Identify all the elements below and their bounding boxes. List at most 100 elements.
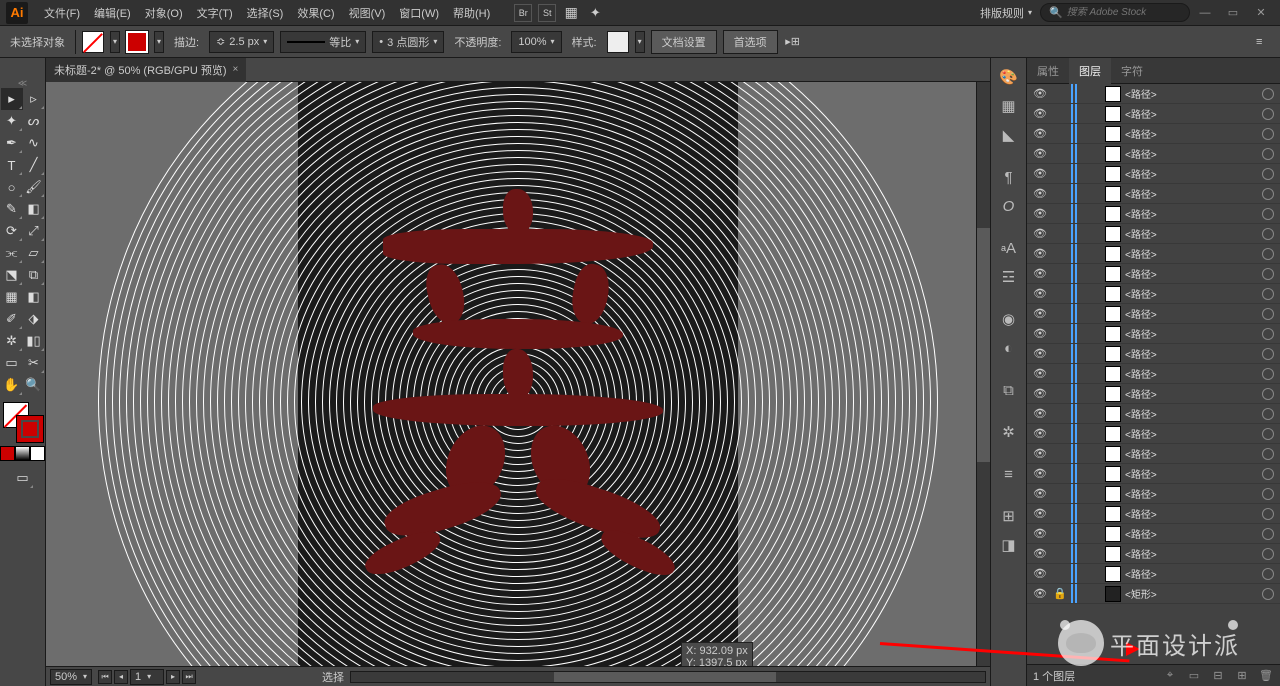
brushes-panel-icon[interactable]: ◣ [996, 122, 1022, 148]
close-tab-icon[interactable]: × [233, 64, 239, 75]
curvature-tool[interactable]: ∿ [23, 132, 45, 154]
brush-def[interactable]: •3 点圆形▾ [372, 31, 444, 53]
fill-stroke-indicator[interactable] [3, 402, 43, 442]
artboard-pager[interactable]: ⏮ ◂ 1▾ ▸ ⏭ [98, 669, 196, 685]
layer-row[interactable]: 👁<路径> [1027, 484, 1280, 504]
visibility-toggle[interactable]: 👁 [1027, 407, 1053, 420]
last-page-icon[interactable]: ⏭ [182, 670, 196, 684]
target-icon[interactable] [1262, 268, 1274, 280]
layer-row[interactable]: 👁<路径> [1027, 444, 1280, 464]
opacity-input[interactable]: 100%▾ [511, 31, 561, 53]
visibility-toggle[interactable]: 👁 [1027, 307, 1053, 320]
eyedropper-tool[interactable]: ✐ [1, 308, 23, 330]
color-mode-color[interactable] [0, 446, 15, 461]
menu-help[interactable]: 帮助(H) [447, 2, 496, 24]
menu-window[interactable]: 窗口(W) [393, 2, 445, 24]
layer-row[interactable]: 👁<路径> [1027, 364, 1280, 384]
slice-tool[interactable]: ✂ [23, 352, 45, 374]
layer-name[interactable]: <路径> [1125, 466, 1258, 481]
layer-row[interactable]: 👁<路径> [1027, 544, 1280, 564]
target-icon[interactable] [1262, 548, 1274, 560]
layer-row[interactable]: 👁<路径> [1027, 504, 1280, 524]
target-icon[interactable] [1262, 208, 1274, 220]
lock-toggle[interactable]: 🔒 [1053, 587, 1071, 600]
layer-row[interactable]: 👁<路径> [1027, 184, 1280, 204]
layer-name[interactable]: <路径> [1125, 366, 1258, 381]
layer-list[interactable]: 👁 <路径> 👁 <路径> 👁 <路径> 👁 <路径> 👁 <路径> 👁 <路径> 👁 <路径> 👁 <路径>… [1027, 84, 1280, 664]
menu-edit[interactable]: 编辑(E) [88, 2, 137, 24]
type-tool[interactable]: T [1, 154, 23, 176]
target-icon[interactable] [1262, 568, 1274, 580]
visibility-toggle[interactable]: 👁 [1027, 207, 1053, 220]
color-mode-none[interactable] [30, 446, 45, 461]
layer-row[interactable]: 👁 <路径> [1027, 524, 1280, 544]
visibility-toggle[interactable]: 👁 [1027, 267, 1053, 280]
layer-name[interactable]: <路径> [1125, 426, 1258, 441]
layer-row[interactable]: 👁<路径> [1027, 204, 1280, 224]
mesh-tool[interactable]: ▦ [1, 286, 23, 308]
direct-select-tool[interactable]: ▹ [23, 88, 45, 110]
zoom-dropdown[interactable]: 50%▾ [50, 669, 92, 685]
align-panel-icon[interactable]: ☲ [996, 264, 1022, 290]
eraser-tool[interactable]: ◧ [23, 198, 45, 220]
bridge-icon[interactable]: Br [514, 4, 532, 22]
more-icon[interactable]: ▸⊞ [784, 35, 802, 48]
menu-object[interactable]: 对象(O) [139, 2, 189, 24]
layer-row[interactable]: 👁<路径> [1027, 224, 1280, 244]
panel-menu-icon[interactable]: ≡ [1256, 36, 1274, 48]
stroke-swatch[interactable] [126, 31, 148, 53]
target-icon[interactable] [1262, 588, 1274, 600]
layer-name[interactable]: <路径> [1125, 526, 1258, 541]
layer-name[interactable]: <路径> [1125, 546, 1258, 561]
graphic-styles-icon[interactable]: ◐ [996, 335, 1022, 361]
layer-row[interactable]: 👁<路径> [1027, 124, 1280, 144]
target-icon[interactable] [1262, 388, 1274, 400]
delete-layer-icon[interactable]: 🗑 [1258, 668, 1274, 684]
window-close-icon[interactable]: ✕ [1251, 6, 1271, 20]
transform-panel-icon[interactable]: ⊞ [996, 503, 1022, 529]
tab-character[interactable]: 字符 [1111, 58, 1153, 84]
visibility-toggle[interactable]: 👁 [1027, 187, 1053, 200]
doc-setup-button[interactable]: 文档设置 [651, 30, 717, 54]
visibility-toggle[interactable]: 👁 [1027, 287, 1053, 300]
target-icon[interactable] [1262, 328, 1274, 340]
visibility-toggle[interactable]: 👁 [1027, 347, 1053, 360]
layer-name[interactable]: <路径> [1125, 226, 1258, 241]
target-icon[interactable] [1262, 348, 1274, 360]
visibility-toggle[interactable]: 👁 [1027, 567, 1053, 580]
target-icon[interactable] [1262, 288, 1274, 300]
new-sublayer-icon[interactable]: ⊟ [1210, 668, 1226, 684]
next-page-icon[interactable]: ▸ [166, 670, 180, 684]
scale-tool[interactable]: ⤢ [23, 220, 45, 242]
menu-type[interactable]: 文字(T) [191, 2, 239, 24]
graph-tool[interactable]: ▮▯ [23, 330, 45, 352]
color-panel-icon[interactable]: 🎨 [996, 64, 1022, 90]
window-max-icon[interactable]: ▭ [1223, 6, 1243, 20]
rotate-tool[interactable]: ⟳ [1, 220, 23, 242]
paragraph-panel-icon[interactable]: ¶ [996, 164, 1022, 190]
target-icon[interactable] [1262, 228, 1274, 240]
target-icon[interactable] [1262, 428, 1274, 440]
menu-file[interactable]: 文件(F) [38, 2, 86, 24]
layer-row[interactable]: 👁<路径> [1027, 144, 1280, 164]
symbol-spray-tool[interactable]: ✲ [1, 330, 23, 352]
visibility-toggle[interactable]: 👁 [1027, 387, 1053, 400]
visibility-toggle[interactable]: 👁 [1027, 467, 1053, 480]
prev-page-icon[interactable]: ◂ [114, 670, 128, 684]
selection-tool[interactable]: ▸ [1, 88, 23, 110]
visibility-toggle[interactable]: 👁 [1027, 527, 1053, 540]
color-mode-gradient[interactable] [15, 446, 30, 461]
target-icon[interactable] [1262, 148, 1274, 160]
target-icon[interactable] [1262, 528, 1274, 540]
layer-row[interactable]: 👁 <路径> [1027, 464, 1280, 484]
layer-name[interactable]: <路径> [1125, 306, 1258, 321]
visibility-toggle[interactable]: 👁 [1027, 167, 1053, 180]
layer-row[interactable]: 👁<路径> [1027, 424, 1280, 444]
layer-row[interactable]: 👁<路径> [1027, 324, 1280, 344]
artboard-tool[interactable]: ▭ [1, 352, 23, 374]
layer-name[interactable]: <路径> [1125, 386, 1258, 401]
glyphs-panel-icon[interactable]: O [996, 193, 1022, 219]
layer-name[interactable]: <路径> [1125, 246, 1258, 261]
layer-name[interactable]: <路径> [1125, 86, 1258, 101]
layer-row[interactable]: 👁<路径> [1027, 564, 1280, 584]
